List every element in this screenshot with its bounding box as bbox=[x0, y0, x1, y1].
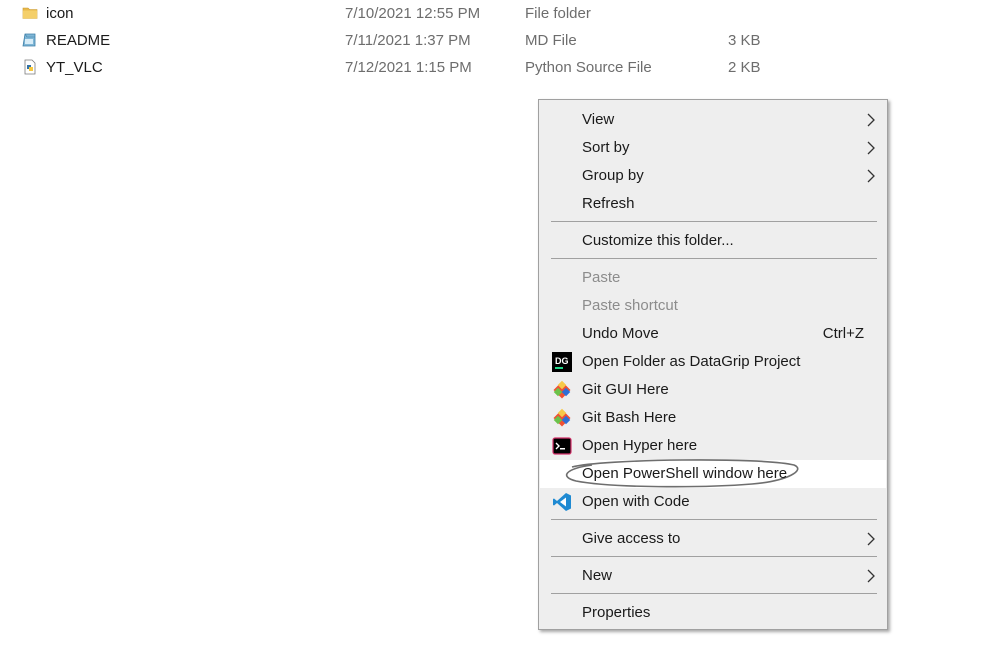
file-row-readme[interactable]: README 7/11/2021 1:37 PM MD File 3 KB bbox=[0, 27, 800, 54]
menu-item-label: Git Bash Here bbox=[582, 409, 677, 426]
menu-separator bbox=[551, 258, 877, 259]
menu-item-label: Open PowerShell window here bbox=[582, 465, 788, 482]
menu-separator bbox=[551, 221, 877, 222]
menu-item-label: Refresh bbox=[582, 195, 635, 212]
menu-item-label: Paste bbox=[582, 269, 621, 286]
context-menu: View Sort by Group by Refresh Customize … bbox=[538, 99, 888, 630]
file-name: icon bbox=[46, 5, 74, 22]
hyper-terminal-icon bbox=[552, 437, 572, 455]
menu-item-label: Group by bbox=[582, 167, 644, 184]
menu-item-label: Paste shortcut bbox=[582, 297, 678, 314]
menu-separator bbox=[551, 593, 877, 594]
menu-item-label: Properties bbox=[582, 604, 651, 621]
menu-item-label: Git GUI Here bbox=[582, 381, 669, 398]
menu-separator bbox=[551, 519, 877, 520]
chevron-right-icon bbox=[867, 532, 875, 546]
git-icon bbox=[553, 380, 571, 399]
menu-item-view[interactable]: View bbox=[540, 106, 886, 134]
menu-item-label: Open Folder as DataGrip Project bbox=[582, 353, 801, 370]
menu-item-refresh[interactable]: Refresh bbox=[540, 190, 886, 218]
menu-item-new[interactable]: New bbox=[540, 562, 886, 590]
menu-item-open-datagrip[interactable]: DG Open Folder as DataGrip Project bbox=[540, 348, 886, 376]
file-date: 7/12/2021 1:15 PM bbox=[345, 59, 472, 76]
file-name: YT_VLC bbox=[46, 59, 103, 76]
menu-item-label: Open with Code bbox=[582, 493, 690, 510]
file-date: 7/10/2021 12:55 PM bbox=[345, 5, 481, 22]
menu-item-customize-folder[interactable]: Customize this folder... bbox=[540, 227, 886, 255]
menu-item-give-access[interactable]: Give access to bbox=[540, 525, 886, 553]
menu-item-label: Give access to bbox=[582, 530, 681, 547]
menu-item-label: View bbox=[582, 111, 615, 128]
git-icon bbox=[553, 408, 571, 427]
menu-item-label: Undo Move bbox=[582, 325, 659, 342]
datagrip-icon: DG bbox=[552, 352, 572, 372]
file-size: 3 KB bbox=[728, 32, 761, 49]
menu-item-label: Open Hyper here bbox=[582, 437, 698, 454]
file-type: Python Source File bbox=[525, 59, 652, 76]
menu-item-properties[interactable]: Properties bbox=[540, 599, 886, 627]
md-file-icon bbox=[22, 33, 36, 47]
folder-icon bbox=[22, 7, 38, 19]
vscode-icon bbox=[553, 493, 571, 511]
menu-item-sort-by[interactable]: Sort by bbox=[540, 134, 886, 162]
file-type: MD File bbox=[525, 32, 577, 49]
file-row-yt-vlc[interactable]: YT_VLC 7/12/2021 1:15 PM Python Source F… bbox=[0, 54, 800, 81]
menu-item-git-bash[interactable]: Git Bash Here bbox=[540, 404, 886, 432]
file-name: README bbox=[46, 32, 111, 49]
file-type: File folder bbox=[525, 5, 591, 22]
menu-item-label: New bbox=[582, 567, 613, 584]
menu-item-open-powershell[interactable]: Open PowerShell window here bbox=[540, 459, 886, 488]
file-size: 2 KB bbox=[728, 59, 761, 76]
menu-item-group-by[interactable]: Group by bbox=[540, 162, 886, 190]
python-file-icon bbox=[24, 59, 36, 75]
menu-item-open-with-code[interactable]: Open with Code bbox=[540, 488, 886, 516]
chevron-right-icon bbox=[867, 113, 875, 127]
chevron-right-icon bbox=[867, 141, 875, 155]
menu-item-paste-shortcut: Paste shortcut bbox=[540, 292, 886, 320]
menu-item-undo-move[interactable]: Undo Move Ctrl+Z bbox=[540, 320, 886, 348]
menu-item-git-gui[interactable]: Git GUI Here bbox=[540, 376, 886, 404]
menu-item-label: Sort by bbox=[582, 139, 630, 156]
chevron-right-icon bbox=[867, 169, 875, 183]
file-row-icon[interactable]: icon 7/10/2021 12:55 PM File folder bbox=[0, 0, 800, 27]
chevron-right-icon bbox=[867, 569, 875, 583]
menu-separator bbox=[551, 556, 877, 557]
menu-item-paste: Paste bbox=[540, 264, 886, 292]
file-list: icon 7/10/2021 12:55 PM File folder READ… bbox=[0, 0, 996, 84]
menu-item-label: Customize this folder... bbox=[582, 232, 734, 249]
menu-item-open-hyper[interactable]: Open Hyper here bbox=[540, 432, 886, 460]
shortcut-label: Ctrl+Z bbox=[822, 325, 864, 342]
file-date: 7/11/2021 1:37 PM bbox=[345, 32, 471, 49]
svg-text:DG: DG bbox=[555, 356, 569, 366]
